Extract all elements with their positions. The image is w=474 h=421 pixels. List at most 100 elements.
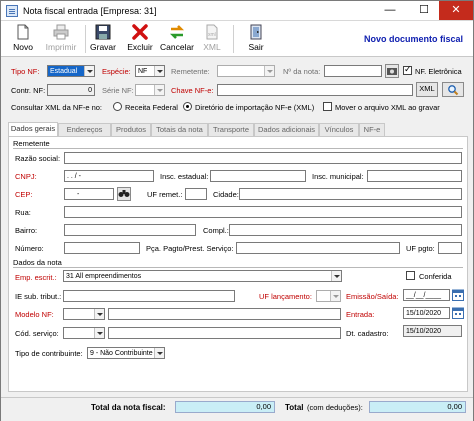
diretorio-radio[interactable] — [183, 102, 192, 111]
compl-label: Compl.: — [203, 226, 229, 235]
modelo-nf-description[interactable] — [108, 308, 341, 320]
xml-file-icon: xml — [206, 24, 218, 40]
bairro-input[interactable] — [64, 224, 196, 236]
razao-social-label: Razão social: — [15, 154, 61, 163]
ie-sub-label: IE sub. tribut.: — [15, 292, 62, 301]
calendar-icon[interactable] — [452, 288, 464, 301]
novo-button[interactable]: Novo — [7, 23, 39, 55]
imprimir-button[interactable]: Imprimir — [41, 23, 81, 55]
window-title: Nota fiscal entrada [Empresa: 31] — [23, 6, 157, 16]
bairro-label: Bairro: — [15, 226, 38, 235]
cod-servico-select[interactable] — [63, 327, 105, 339]
emp-escrit-select[interactable]: 31 All empreendimentos — [63, 270, 342, 282]
tab-nfe[interactable]: NF-e — [359, 123, 385, 136]
chevron-down-icon — [154, 66, 164, 76]
pca-pagto-input[interactable] — [236, 242, 400, 254]
cnpj-input[interactable]: . . / - — [64, 170, 154, 182]
gravar-label: Gravar — [90, 42, 116, 52]
diretorio-label: Diretório de importação NF-e (XML) — [195, 103, 315, 112]
close-button[interactable]: ✕ — [439, 1, 473, 20]
numero-label: Número: — [15, 244, 44, 253]
cep-label: CEP: — [15, 190, 33, 199]
xml-small-button[interactable]: XML — [416, 82, 438, 97]
uf-pgto-input[interactable] — [438, 242, 462, 254]
chevron-down-icon — [154, 348, 164, 358]
emp-escrit-label: Emp. escrit.: — [15, 273, 57, 282]
cep-value: - — [77, 191, 80, 198]
serie-nf-label: Série NF: — [102, 86, 134, 95]
serie-nf-select[interactable] — [135, 84, 165, 96]
dt-cadastro-input[interactable]: 15/10/2020 — [403, 325, 462, 337]
gravar-button[interactable]: Gravar — [87, 23, 119, 55]
tab-transporte[interactable]: Transporte — [208, 123, 254, 136]
insc-municipal-label: Insc. municipal: — [312, 172, 364, 181]
remetente-select[interactable] — [217, 65, 275, 77]
uf-lancamento-label: UF lançamento: — [259, 292, 312, 301]
emp-escrit-value: 31 All empreendimentos — [66, 273, 142, 280]
conferida-checkbox[interactable] — [406, 271, 415, 280]
tab-totais[interactable]: Totais da nota — [151, 123, 208, 136]
ie-sub-input[interactable] — [63, 290, 235, 302]
especie-select[interactable]: NF — [135, 65, 165, 77]
nf-eletronica-checkbox[interactable] — [403, 64, 412, 75]
chave-nfe-label: Chave NF-e: — [171, 86, 214, 95]
tipo-nf-select[interactable]: Estadual — [47, 65, 95, 77]
tab-produtos[interactable]: Produtos — [111, 123, 151, 136]
uf-lancamento-select[interactable] — [316, 290, 341, 302]
numero-input[interactable] — [64, 242, 140, 254]
entrada-input[interactable]: 15/10/2020 — [403, 307, 450, 319]
tipo-contribuinte-select[interactable]: 9 - Não Contribuinte — [87, 347, 165, 359]
cancelar-button[interactable]: Cancelar — [159, 23, 195, 55]
sair-button[interactable]: Sair — [239, 23, 273, 55]
binoculars-button[interactable] — [117, 187, 131, 201]
excluir-button[interactable]: Excluir — [123, 23, 157, 55]
receita-radio[interactable] — [113, 102, 122, 111]
cep-input[interactable]: - — [64, 188, 114, 200]
chevron-down-icon — [154, 85, 164, 95]
calendar-icon[interactable] — [452, 306, 464, 319]
minimize-button[interactable]: — — [375, 1, 405, 20]
title-bar: Nota fiscal entrada [Empresa: 31] — ☐ ✕ — [1, 1, 473, 21]
maximize-button[interactable]: ☐ — [409, 1, 439, 20]
chave-nfe-input[interactable] — [217, 84, 413, 96]
rua-input[interactable] — [64, 206, 462, 218]
receita-label: Receita Federal — [125, 103, 178, 112]
excluir-label: Excluir — [127, 42, 153, 52]
emissao-saida-label: Emissão/Saída: — [346, 292, 399, 301]
toolbar-separator — [233, 25, 234, 53]
camera-button[interactable] — [385, 64, 399, 78]
contr-nf-input[interactable]: 0 — [47, 84, 95, 96]
emissao-value: __/__/____ — [406, 292, 442, 299]
cod-servico-label: Cód. serviço: — [15, 329, 59, 338]
insc-municipal-input[interactable] — [367, 170, 462, 182]
toolbar: Novo Imprimir Gravar Excluir Cancelar xm… — [1, 21, 473, 57]
new-document-icon — [17, 24, 29, 40]
exit-door-icon — [250, 24, 262, 40]
emissao-input[interactable]: __/__/____ — [403, 289, 450, 301]
chevron-down-icon — [264, 66, 274, 76]
modelo-nf-select[interactable] — [63, 308, 105, 320]
search-button[interactable] — [442, 82, 464, 97]
cnpj-value: . . / - — [67, 173, 81, 180]
chevron-down-icon — [84, 66, 94, 76]
insc-estadual-label: Insc. estadual: — [160, 172, 209, 181]
cod-servico-description[interactable] — [108, 327, 341, 339]
tab-dados-gerais[interactable]: Dados gerais — [8, 122, 58, 136]
delete-x-icon — [132, 24, 148, 40]
mover-checkbox[interactable] — [323, 102, 332, 111]
compl-input[interactable] — [229, 224, 462, 236]
cidade-input[interactable] — [239, 188, 462, 200]
tab-vinculos[interactable]: Vínculos — [319, 123, 359, 136]
tipo-nf-value: Estadual — [50, 68, 78, 75]
tab-dados-adicionais[interactable]: Dados adicionais — [254, 123, 319, 136]
nr-nota-input[interactable] — [324, 65, 382, 77]
mover-label: Mover o arquivo XML ao gravar — [335, 103, 440, 112]
modelo-nf-label: Modelo NF: — [15, 310, 54, 319]
razao-social-input[interactable] — [64, 152, 462, 164]
uf-remet-input[interactable] — [185, 188, 207, 200]
chevron-down-icon — [331, 271, 341, 281]
toolbar-separator — [85, 25, 86, 53]
insc-estadual-input[interactable] — [210, 170, 306, 182]
tab-enderecos[interactable]: Endereços — [58, 123, 111, 136]
xml-button[interactable]: xml XML — [197, 23, 227, 55]
